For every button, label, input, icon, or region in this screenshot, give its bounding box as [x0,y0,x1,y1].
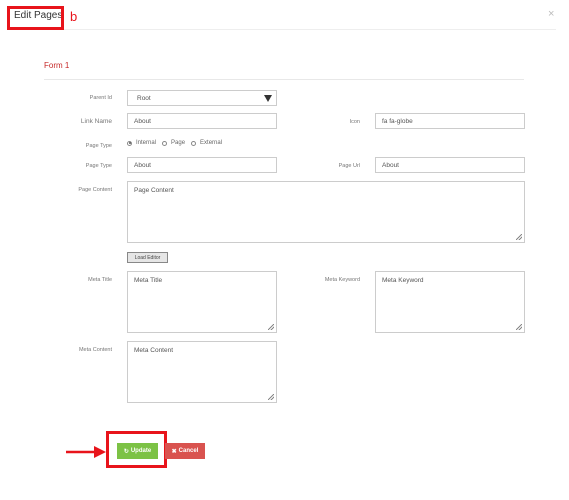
form-title: Form 1 [44,61,70,70]
radio-external-label: External [200,140,223,146]
radio-internal-dot [127,140,132,146]
parent-id-select[interactable]: Root [127,90,277,106]
refresh-icon: ↻ [123,448,129,455]
icon-field[interactable]: fa fa-globe [375,113,525,129]
radio-internal-label: Internal [136,140,157,146]
resize-handle-icon[interactable] [268,394,274,400]
meta-keyword-label: Meta Keyword [324,277,360,283]
page-type-radio-label: Page Type [85,143,112,149]
update-button[interactable]: ↻ Update [117,443,158,459]
radio-external-dot [191,140,197,146]
meta-content-textarea[interactable]: Meta Content [127,341,277,403]
radio-page-label: Page [171,140,186,146]
chevron-down-icon [264,94,272,102]
meta-keyword-textarea[interactable]: Meta Keyword [375,271,525,333]
form-divider [44,79,524,80]
header-divider [64,29,556,30]
page-url-label: Page Url [338,163,360,169]
icon-label: Icon [349,119,360,125]
cancel-button-label: Cancel [178,448,199,454]
cancel-button[interactable]: ✖ Cancel [165,443,205,459]
radio-page-dot [162,140,168,146]
page-content-label: Page Content [78,187,112,193]
resize-handle-icon[interactable] [516,324,522,330]
page-url-field[interactable]: About [375,157,525,173]
meta-title-textarea[interactable]: Meta Title [127,271,277,333]
arrow-right-icon [66,446,106,458]
close-icon[interactable]: × [548,8,554,20]
annotation-box-title [7,6,64,30]
close-icon: ✖ [171,448,177,455]
page-content-placeholder: Page Content [134,187,174,194]
meta-content-placeholder: Meta Content [134,347,174,354]
link-name-field[interactable]: About [127,113,277,129]
resize-handle-icon[interactable] [268,324,274,330]
radio-external[interactable]: External [191,140,222,146]
load-editor-button[interactable]: Load Editor [127,252,168,263]
annotation-letter: b [70,9,78,24]
page-type-field[interactable]: About [127,157,277,173]
update-button-label: Update [130,448,152,454]
meta-title-label: Meta Title [88,277,112,283]
meta-title-placeholder: Meta Title [134,277,163,284]
page-type-label: Page Type [85,163,112,169]
page-content-textarea[interactable]: Page Content [127,181,525,243]
radio-internal[interactable]: Internal [127,140,156,146]
parent-id-value: Root [137,94,151,102]
radio-page[interactable]: Page [162,140,185,146]
link-name-label: Link Name [80,118,112,125]
meta-keyword-placeholder: Meta Keyword [382,277,424,284]
resize-handle-icon[interactable] [516,234,522,240]
meta-content-label: Meta Content [78,347,112,353]
parent-id-label: Parent Id [89,95,112,101]
page-type-radio-group: Internal Page External [127,140,228,146]
